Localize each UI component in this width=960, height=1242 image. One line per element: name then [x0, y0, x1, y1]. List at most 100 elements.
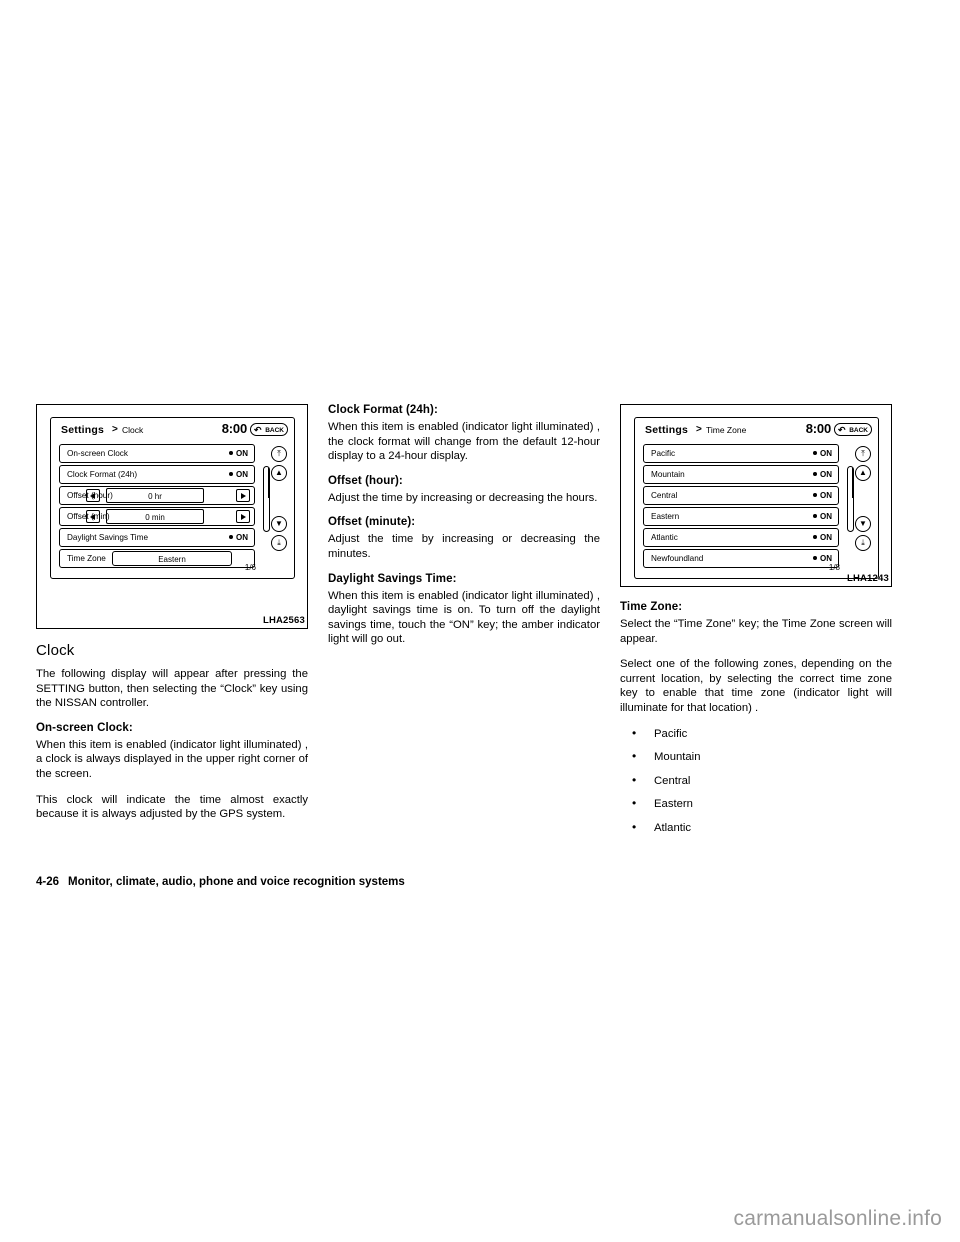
scroll-top-key[interactable]: ⤒ [271, 446, 287, 462]
heading-offset-minute: Offset (minute): [328, 516, 416, 529]
paragraph-time-zone-1: Select the “Time Zone” key; the Time Zon… [620, 618, 892, 645]
settings-row-list: On-screen Clock ON Clock Format (24h) ON… [59, 444, 255, 570]
status-badge[interactable]: ON [813, 470, 832, 479]
table-row[interactable]: Offset (hour) 0 hr [59, 486, 255, 505]
scroll-bottom-key[interactable]: ⤓ [855, 535, 871, 551]
row-state-label: ON [820, 470, 832, 479]
row-value: 0 hr [106, 488, 204, 503]
bullet-label: Atlantic [654, 821, 692, 834]
list-item[interactable]: Atlantic ON [643, 528, 839, 547]
screen-title: Settings [645, 424, 689, 436]
row-label: Mountain [651, 470, 685, 479]
scroll-down-key[interactable]: ▼ [855, 516, 871, 532]
row-value: Eastern [112, 551, 232, 566]
back-arrow-icon: ↶ [838, 425, 846, 435]
row-label: Central [651, 491, 678, 500]
bullet-label: Pacific [654, 727, 688, 740]
row-state-label: ON [820, 491, 832, 500]
paragraph-onscreen-clock-1: When this item is enabled (indicator lig… [36, 738, 308, 780]
page-footer: 4-26 Monitor, climate, audio, phone and v… [36, 876, 405, 888]
row-value: 0 min [106, 509, 204, 524]
row-label: On-screen Clock [67, 449, 128, 458]
table-row[interactable]: Clock Format (24h) ON [59, 465, 255, 484]
paragraph-offset-minute: Adjust the time by increasing or decreas… [328, 533, 600, 560]
breadcrumb-separator: > [112, 424, 118, 435]
list-item: Pacific [620, 726, 892, 742]
decrease-arrow-icon[interactable] [86, 510, 100, 523]
heading-time-zone: Time Zone: [620, 601, 683, 613]
nav-screen-clock: Settings > Clock 8:00 ↶ BACK On-screen C… [50, 417, 295, 579]
table-row[interactable]: On-screen Clock ON [59, 444, 255, 463]
list-item: Atlantic [620, 820, 892, 836]
row-label: Atlantic [651, 533, 678, 542]
list-item[interactable]: Eastern ON [643, 507, 839, 526]
list-item: Eastern [620, 796, 892, 812]
scroll-up-key[interactable]: ▲ [855, 465, 871, 481]
back-arrow-icon: ↶ [254, 425, 262, 435]
heading-daylight-savings: Daylight Savings Time: [328, 572, 457, 585]
scrollbar[interactable] [263, 466, 270, 532]
page-indicator: 1/8 [828, 563, 840, 572]
table-row[interactable]: Daylight Savings Time ON [59, 528, 255, 547]
scrollbar[interactable] [847, 466, 854, 532]
footer-chapter-title: Monitor, climate, audio, phone and voice… [68, 876, 405, 888]
back-button[interactable]: ↶ BACK [834, 423, 872, 436]
status-badge[interactable]: ON [813, 554, 832, 563]
status-badge[interactable]: ON [813, 512, 832, 521]
row-state-label: ON [820, 449, 832, 458]
paragraph-clock-format: When this item is enabled (indicator lig… [328, 421, 600, 463]
table-row[interactable]: Offset (min) 0 min [59, 507, 255, 526]
row-label: Time Zone [67, 554, 106, 563]
column-right: Settings > Time Zone 8:00 ↶ BACK Pacific… [620, 404, 892, 845]
figure-caption: LHA1243 [846, 573, 889, 584]
scrollbar-thumb[interactable] [849, 468, 853, 498]
indicator-dot-icon [813, 556, 817, 560]
screen-subtitle: Time Zone [706, 425, 747, 435]
status-badge[interactable]: ON [229, 470, 248, 479]
bullet-label: Eastern [654, 798, 693, 811]
back-button[interactable]: ↶ BACK [250, 423, 288, 436]
down-arrow-page-icon: ⤓ [861, 538, 865, 547]
bullet-label: Central [654, 774, 691, 787]
screen-subtitle: Clock [122, 425, 144, 435]
breadcrumb-separator: > [696, 424, 702, 435]
status-badge[interactable]: ON [813, 491, 832, 500]
row-state-label: ON [820, 512, 832, 521]
nav-screen-time-zone: Settings > Time Zone 8:00 ↶ BACK Pacific… [634, 417, 879, 579]
column-left: Settings > Clock 8:00 ↶ BACK On-screen C… [36, 404, 308, 822]
back-button-label: BACK [849, 427, 868, 434]
indicator-dot-icon [813, 535, 817, 539]
paragraph-onscreen-clock-2: This clock will indicate the time almost… [36, 793, 308, 821]
row-label: Daylight Savings Time [67, 533, 148, 542]
scroll-top-key[interactable]: ⤒ [855, 446, 871, 462]
indicator-dot-icon [813, 514, 817, 518]
status-badge[interactable]: ON [229, 533, 248, 542]
scroll-up-key[interactable]: ▲ [271, 465, 287, 481]
row-state-label: ON [236, 533, 248, 542]
page-title: Clock [36, 642, 75, 659]
scroll-bottom-key[interactable]: ⤓ [271, 535, 287, 551]
decrease-arrow-icon[interactable] [86, 489, 100, 502]
heading-onscreen-clock: On-screen Clock: [36, 721, 133, 734]
scrollbar-thumb[interactable] [265, 468, 269, 498]
list-item[interactable]: Newfoundland ON [643, 549, 839, 568]
down-arrow-icon: ▼ [275, 519, 283, 528]
status-badge[interactable]: ON [813, 533, 832, 542]
paragraph-time-zone-2: Select one of the following zones, depen… [620, 658, 892, 714]
row-label: Newfoundland [651, 554, 704, 563]
table-row[interactable]: Time Zone Eastern [59, 549, 255, 568]
increase-arrow-icon[interactable] [236, 510, 250, 523]
up-arrow-page-icon: ⤒ [861, 449, 865, 458]
list-item[interactable]: Mountain ON [643, 465, 839, 484]
figure-caption: LHA2563 [262, 615, 305, 626]
up-arrow-icon: ▲ [859, 468, 867, 477]
list-item[interactable]: Central ON [643, 486, 839, 505]
scroll-down-key[interactable]: ▼ [271, 516, 287, 532]
row-state-label: ON [820, 533, 832, 542]
row-state-label: ON [820, 554, 832, 563]
list-item[interactable]: Pacific ON [643, 444, 839, 463]
indicator-dot-icon [813, 472, 817, 476]
increase-arrow-icon[interactable] [236, 489, 250, 502]
status-badge[interactable]: ON [813, 449, 832, 458]
status-badge[interactable]: ON [229, 449, 248, 458]
